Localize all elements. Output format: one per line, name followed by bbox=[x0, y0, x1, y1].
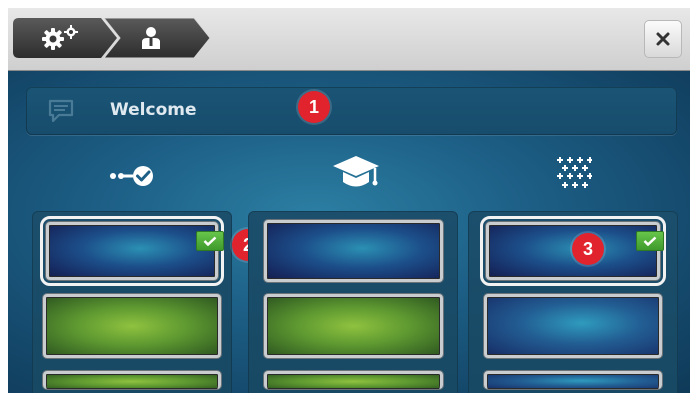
close-icon bbox=[656, 32, 670, 46]
tile-2-1[interactable] bbox=[264, 220, 443, 282]
tile-1-2[interactable] bbox=[43, 294, 221, 358]
close-button[interactable] bbox=[644, 20, 682, 58]
dots-check-icon bbox=[108, 165, 160, 191]
callout-badge-1: 1 bbox=[298, 91, 330, 123]
breadcrumb-profile[interactable] bbox=[104, 18, 214, 58]
main-panel: Welcome 1 3 bbox=[8, 71, 690, 393]
speech-bubble-icon bbox=[48, 99, 74, 127]
welcome-title: Welcome bbox=[110, 100, 197, 120]
check-badge bbox=[196, 231, 224, 251]
column-1 bbox=[32, 211, 232, 393]
tile-2-2[interactable] bbox=[264, 294, 443, 358]
column-2 bbox=[248, 211, 458, 393]
check-icon bbox=[643, 236, 657, 246]
column-3 bbox=[468, 211, 678, 393]
tile-3-3[interactable] bbox=[484, 371, 662, 389]
tile-1-1[interactable] bbox=[40, 216, 224, 286]
check-icon bbox=[203, 236, 217, 246]
callout-badge-3: 3 bbox=[572, 233, 604, 265]
check-badge bbox=[636, 231, 664, 251]
tile-3-2[interactable] bbox=[484, 294, 662, 358]
crosses-pattern-icon bbox=[556, 155, 592, 195]
header-bar bbox=[8, 8, 690, 71]
tile-1-3[interactable] bbox=[43, 371, 221, 389]
graduation-cap-icon bbox=[331, 153, 381, 197]
welcome-bar[interactable]: Welcome bbox=[26, 87, 677, 135]
tile-2-3[interactable] bbox=[264, 371, 443, 389]
app-window: Welcome 1 3 bbox=[0, 0, 698, 400]
